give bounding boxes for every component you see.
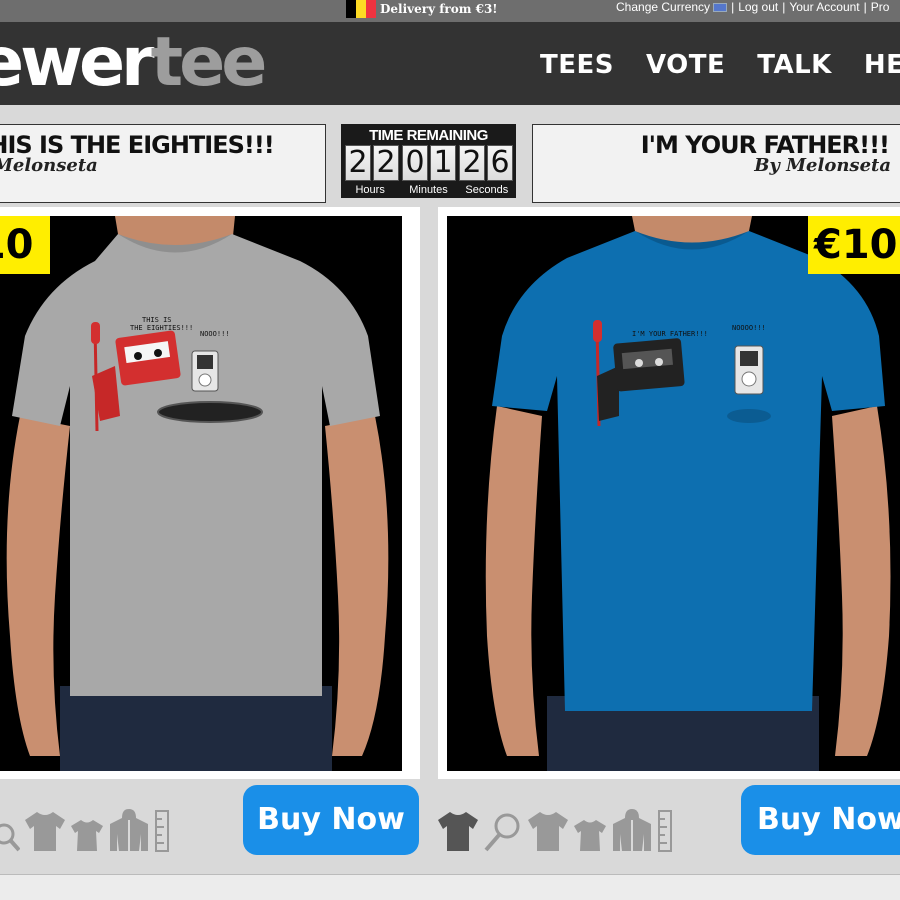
nav-vote[interactable]: VOTE (646, 50, 725, 80)
product-card-left: THIS IS THE EIGHTIES!!! NOOO!!! €10 (0, 207, 420, 779)
unit-minutes: Minutes (409, 184, 448, 196)
nav-tees[interactable]: TEES (540, 50, 614, 80)
mens-tee-icon[interactable] (527, 810, 569, 852)
product-card-right: I'M YOUR FATHER!!! NOOOO!!! €10 (438, 207, 900, 779)
speech-text: THE EIGHTIES!!! (130, 324, 193, 332)
tshirt-icon[interactable] (437, 810, 479, 852)
countdown-timer: TIME REMAINING 2 2 0 1 2 6 Hours Minutes… (341, 124, 516, 198)
logo-part-2: tee (150, 23, 268, 102)
buy-now-button[interactable]: Buy Now (243, 785, 419, 855)
speech-text: I'M YOUR FATHER!!! (632, 330, 708, 338)
site-header: ewertee TEES VOTE TALK HELP (0, 22, 900, 105)
product-tools-right (437, 808, 677, 852)
buy-now-button[interactable]: Buy Now (741, 785, 900, 855)
womens-tee-icon[interactable] (573, 818, 607, 852)
top-utility-bar: Delivery from €3! Change Currency | Log … (0, 0, 900, 22)
countdown-digit: 0 (402, 145, 428, 181)
countdown-digit: 6 (487, 145, 513, 181)
size-ruler-icon[interactable] (154, 810, 170, 852)
product-photo[interactable]: THIS IS THE EIGHTIES!!! NOOO!!! (0, 216, 402, 771)
countdown-title: TIME REMAINING (369, 127, 488, 144)
logo-part-1: ewer (0, 23, 155, 102)
womens-tee-icon[interactable] (70, 818, 104, 852)
your-account-link[interactable]: Your Account (789, 0, 859, 14)
countdown-units: Hours Minutes Seconds (341, 184, 516, 196)
unit-seconds: Seconds (465, 184, 509, 196)
nav-help[interactable]: HELP (864, 50, 900, 80)
price-badge: €10 (808, 216, 900, 274)
size-ruler-icon[interactable] (657, 810, 673, 852)
separator: | (731, 0, 735, 14)
product-title-panel-left: THIS IS THE EIGHTIES!!! By Melonseta (0, 124, 326, 203)
separator: | (782, 0, 786, 14)
product-author: By Melonseta (754, 155, 891, 176)
account-links: Change Currency | Log out | Your Account… (616, 0, 889, 14)
belgium-flag-icon (346, 0, 376, 18)
eu-flag-icon (713, 2, 728, 12)
site-logo[interactable]: ewertee (0, 28, 267, 98)
speech-text: THIS IS (142, 316, 172, 324)
price-text: €10 (0, 222, 34, 268)
product-title-panel-right: I'M YOUR FATHER!!! By Melonseta (532, 124, 900, 203)
speech-text: NOOOO!!! (732, 324, 766, 332)
separator: | (863, 0, 867, 14)
countdown-digit: 2 (345, 145, 371, 181)
countdown-digit: 1 (430, 145, 456, 181)
tshirt-icon[interactable] (24, 810, 66, 852)
product-author: By Melonseta (0, 155, 98, 176)
nav-talk[interactable]: TALK (757, 50, 832, 80)
product-tools-left (0, 808, 174, 852)
delivery-notice: Delivery from €3! (346, 0, 498, 18)
price-text: €10 (814, 222, 898, 268)
product-photo[interactable]: I'M YOUR FATHER!!! NOOOO!!! (447, 216, 900, 771)
change-currency-link[interactable]: Change Currency (616, 0, 710, 14)
delivery-text: Delivery from €3! (380, 2, 498, 16)
countdown-digits: 2 2 0 1 2 6 (345, 145, 515, 181)
hoodie-icon[interactable] (108, 808, 150, 852)
footer-strip (0, 874, 900, 900)
price-badge: €10 (0, 216, 50, 274)
magnifier-icon[interactable] (0, 812, 20, 852)
profile-link[interactable]: Pro (871, 0, 890, 14)
hoodie-icon[interactable] (611, 808, 653, 852)
page: Delivery from €3! Change Currency | Log … (0, 0, 900, 900)
countdown-digit: 2 (459, 145, 485, 181)
countdown-digit: 2 (373, 145, 399, 181)
unit-hours: Hours (355, 184, 385, 196)
logout-link[interactable]: Log out (738, 0, 778, 14)
speech-text: NOOO!!! (200, 330, 230, 338)
main-nav: TEES VOTE TALK HELP (540, 50, 900, 80)
magnifier-icon[interactable] (483, 810, 523, 852)
